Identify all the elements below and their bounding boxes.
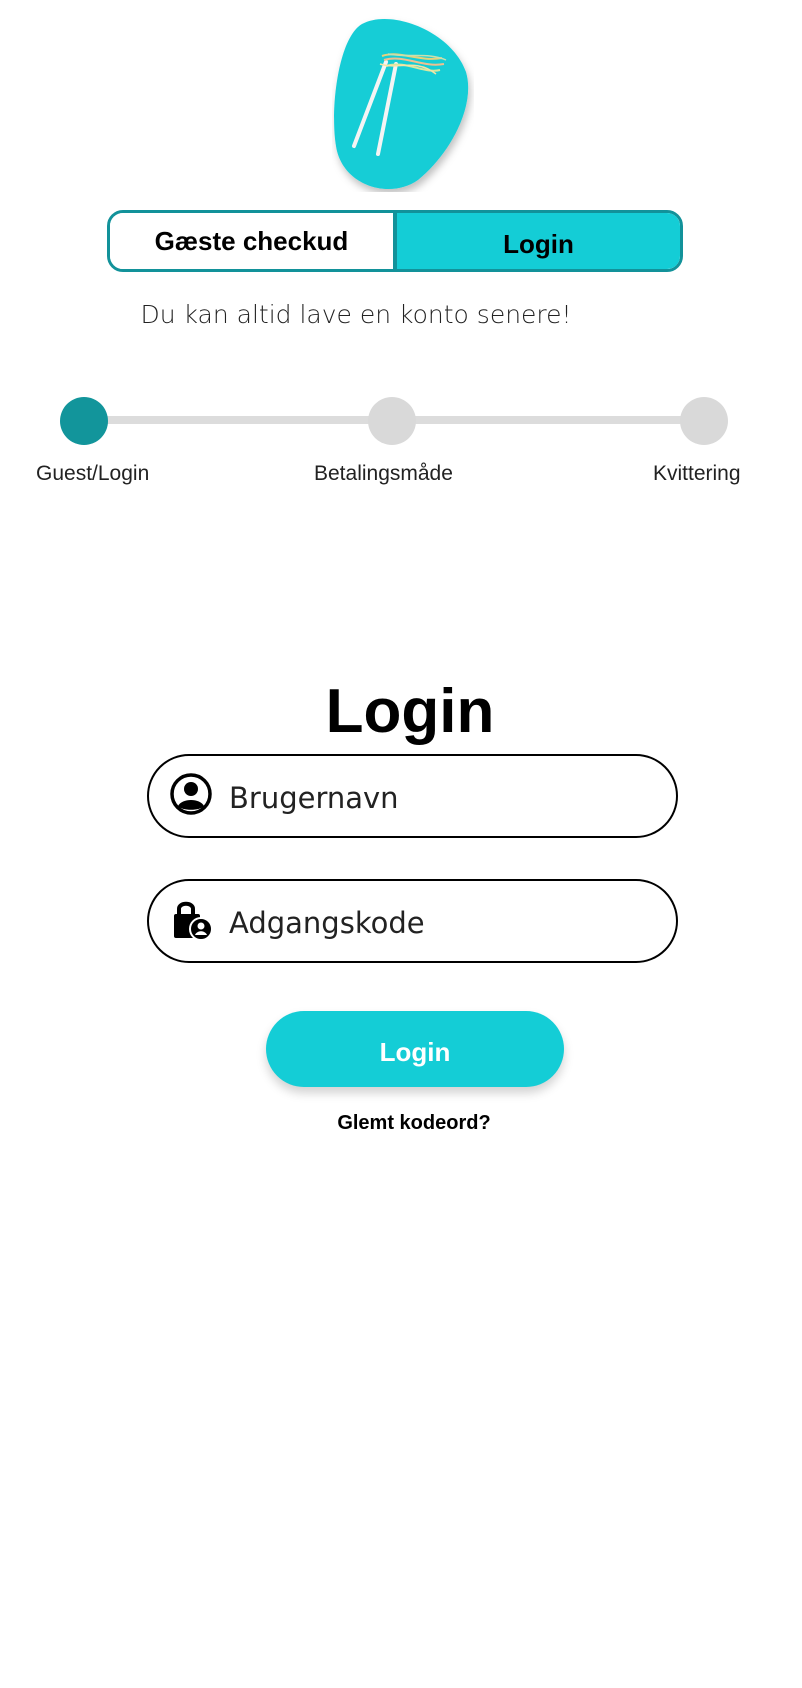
username-input[interactable]: [229, 776, 629, 820]
password-field[interactable]: [147, 879, 678, 963]
step-label-payment: Betalingsmåde: [314, 462, 453, 485]
step-label-guest-login: Guest/Login: [36, 462, 150, 485]
guest-checkout-tab-label: Gæste checkud: [154, 225, 349, 256]
guest-checkout-tab[interactable]: Gæste checkud: [110, 213, 397, 269]
lock-user-icon: [174, 901, 213, 941]
logo-icon: [334, 18, 469, 190]
checkout-mode-toggle: Gæste checkud Login: [107, 210, 683, 272]
login-tab[interactable]: Login: [397, 213, 680, 269]
login-submit-label: Login: [379, 1036, 451, 1067]
step-dot-guest-login: [60, 397, 108, 445]
subtitle-text: Du kan altid lave en konto senere!: [140, 300, 572, 329]
login-submit-button[interactable]: Login: [266, 1011, 564, 1087]
password-input[interactable]: [229, 901, 629, 945]
login-heading: Login: [325, 677, 495, 746]
user-circle-icon: [170, 773, 212, 815]
step-label-receipt: Kvittering: [653, 462, 741, 485]
step-dot-payment: [368, 397, 416, 445]
step-dot-receipt: [680, 397, 728, 445]
username-field[interactable]: [147, 754, 678, 838]
forgot-password-link[interactable]: Glemt kodeord?: [0, 1112, 802, 1135]
login-tab-label: Login: [503, 228, 574, 259]
